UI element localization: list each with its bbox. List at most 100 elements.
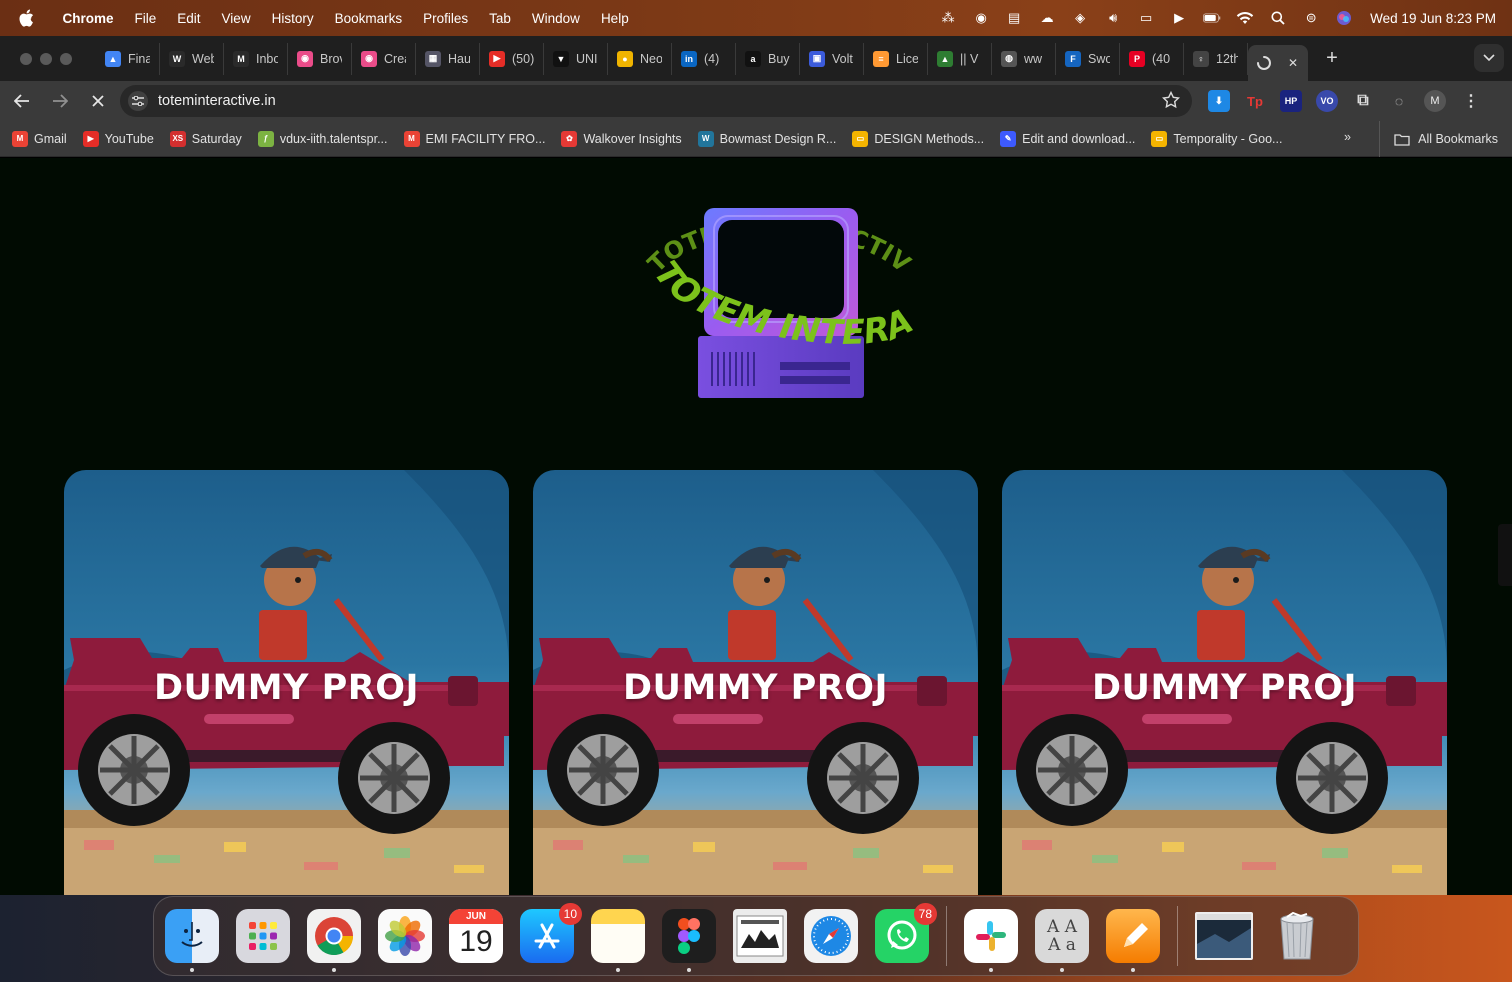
bookmark-item[interactable]: M EMI FACILITY FRO... (396, 130, 554, 147)
battery-icon[interactable] (1203, 10, 1221, 26)
screen-record-icon[interactable]: ◉ (972, 10, 990, 26)
bookmark-item[interactable]: ƒ vdux-iith.talentspr... (250, 130, 396, 147)
browser-tab[interactable]: ▦ Hau (416, 42, 480, 75)
profile-avatar[interactable]: M (1424, 90, 1446, 112)
menubar-clock[interactable]: Wed 19 Jun 8:23 PM (1370, 11, 1496, 26)
menu-edit[interactable]: Edit (167, 11, 211, 26)
new-tab-button[interactable]: + (1318, 45, 1346, 73)
browser-tab[interactable]: ▼ UNI (544, 42, 608, 75)
finder-app-icon[interactable] (165, 909, 219, 972)
kebab-menu-icon[interactable]: ⋮ (1460, 90, 1482, 112)
browser-tab[interactable]: ▲ Fina (96, 42, 160, 75)
browser-tab[interactable]: F Swo (1056, 42, 1120, 75)
calendar-app-icon[interactable]: JUN 19 (449, 909, 503, 963)
menu-view[interactable]: View (211, 11, 261, 26)
pages-app-icon[interactable] (1106, 909, 1160, 972)
safari-app-icon[interactable] (804, 909, 858, 963)
menu-app-name[interactable]: Chrome (52, 11, 124, 26)
bookmark-item[interactable]: W Bowmast Design R... (690, 130, 845, 147)
more-bookmarks-icon[interactable]: » (1344, 130, 1351, 144)
active-tab[interactable]: ✕ (1248, 45, 1308, 81)
project-card[interactable]: DUMMY PROJ (533, 470, 978, 895)
apple-menu-icon[interactable] (18, 9, 38, 27)
browser-tab[interactable]: ● Neo (608, 42, 672, 75)
project-card[interactable]: DUMMY PROJ (1002, 470, 1447, 895)
browser-tab[interactable]: ◉ Brov (288, 42, 352, 75)
tab-search-button[interactable] (1474, 44, 1504, 72)
bookmark-item[interactable]: ▶ YouTube (75, 130, 162, 147)
browser-tab[interactable]: ◉ Crea (352, 42, 416, 75)
display-icon[interactable]: ▭ (1137, 10, 1155, 26)
menu-help[interactable]: Help (590, 11, 639, 26)
all-bookmarks-button[interactable]: All Bookmarks (1379, 121, 1498, 157)
address-bar[interactable]: toteminteractive.in (120, 85, 1192, 117)
download-extension-icon[interactable]: ⬇ (1208, 90, 1230, 112)
launchpad-app-icon[interactable] (236, 909, 290, 963)
bookmark-item[interactable]: ▭ Temporality - Goo... (1143, 130, 1290, 147)
keyboard-icon[interactable]: ▤ (1005, 10, 1023, 26)
menu-profiles[interactable]: Profiles (413, 11, 479, 26)
browser-tab[interactable]: in (4) (672, 42, 736, 75)
performance-icon[interactable]: ◌ (1388, 90, 1410, 112)
close-window-button[interactable] (20, 52, 32, 65)
browser-tab[interactable]: a Buy (736, 42, 800, 75)
extension-icons: ⬇ Tp HP VO ⧉ ◌ M ⋮ (1208, 81, 1482, 121)
preview-app-icon[interactable] (733, 909, 787, 963)
bookmark-item[interactable]: ✿ Walkover Insights (553, 130, 689, 147)
control-center-icon[interactable]: ⊜ (1302, 10, 1320, 26)
bookmark-item[interactable]: ✎ Edit and download... (992, 130, 1143, 147)
menu-file[interactable]: File (124, 11, 167, 26)
menu-history[interactable]: History (261, 11, 324, 26)
stop-loading-button[interactable] (82, 85, 114, 117)
close-tab-icon[interactable]: ✕ (1288, 56, 1298, 70)
bookmark-item[interactable]: M Gmail (4, 130, 75, 147)
chrome-app-icon[interactable] (307, 909, 361, 972)
browser-tab[interactable]: ◍ ww (992, 42, 1056, 75)
puzzle-extensions-icon[interactable]: ⧉ (1352, 90, 1374, 112)
wifi-icon[interactable] (1236, 10, 1254, 26)
figma-app-icon[interactable] (662, 909, 716, 972)
layers-icon[interactable]: ◈ (1071, 10, 1089, 26)
bookmark-star-icon[interactable] (1161, 90, 1181, 114)
spotlight-search-icon[interactable] (1269, 10, 1287, 26)
play-icon[interactable]: ▶ (1170, 10, 1188, 26)
notes-app-icon[interactable] (591, 909, 645, 972)
browser-tab[interactable]: M Inbo (224, 42, 288, 75)
totem-logo[interactable]: TOTEM INTERACTIVE • TOTEM INTERACTIVE • … (640, 202, 920, 402)
figma-status-icon[interactable]: ⁂ (939, 10, 957, 26)
zoom-window-button[interactable] (60, 52, 72, 65)
menu-bookmarks[interactable]: Bookmarks (324, 11, 413, 26)
site-info-icon[interactable] (128, 91, 148, 111)
browser-tab[interactable]: ♀ 12th (1184, 42, 1248, 75)
forward-button[interactable] (44, 85, 76, 117)
scrollbar-thumb[interactable] (1498, 524, 1512, 586)
browser-tab[interactable]: W Web (160, 42, 224, 75)
browser-tab[interactable]: ≡ Lice (864, 42, 928, 75)
browser-tab[interactable]: ▲ || V (928, 42, 992, 75)
photos-app-icon[interactable] (378, 909, 432, 963)
siri-icon[interactable] (1335, 10, 1353, 26)
vo-extension-icon[interactable]: VO (1316, 90, 1338, 112)
volume-icon[interactable]: 🔊︎ (1104, 10, 1122, 26)
whatsapp-app-icon[interactable]: 78 (875, 903, 937, 963)
recent-window-thumbnail[interactable] (1195, 912, 1253, 960)
bookmark-item[interactable]: ▭ DESIGN Methods... (844, 130, 992, 147)
hp-extension-icon[interactable]: HP (1280, 90, 1302, 112)
app-store-app-icon[interactable]: 10 (520, 903, 582, 963)
cloud-sync-icon[interactable]: ☁ (1038, 10, 1056, 26)
slack-app-icon[interactable] (964, 909, 1018, 972)
back-button[interactable] (6, 85, 38, 117)
trash-app-icon[interactable] (1270, 909, 1324, 963)
font-book-app-icon[interactable]: A AA a (1035, 909, 1089, 972)
browser-tab[interactable]: ▣ Volt (800, 42, 864, 75)
url-text[interactable]: toteminteractive.in (158, 93, 276, 109)
browser-tab[interactable]: ▶ (50) (480, 42, 544, 75)
tp-extension-icon[interactable]: Tp (1244, 90, 1266, 112)
project-card[interactable]: DUMMY PROJ (64, 470, 509, 895)
minimize-window-button[interactable] (40, 52, 52, 65)
tab-title: Buy (768, 51, 790, 66)
menu-tab[interactable]: Tab (479, 11, 522, 26)
menu-window[interactable]: Window (521, 11, 590, 26)
browser-tab[interactable]: P (40 (1120, 42, 1184, 75)
bookmark-item[interactable]: XS Saturday (162, 130, 250, 147)
